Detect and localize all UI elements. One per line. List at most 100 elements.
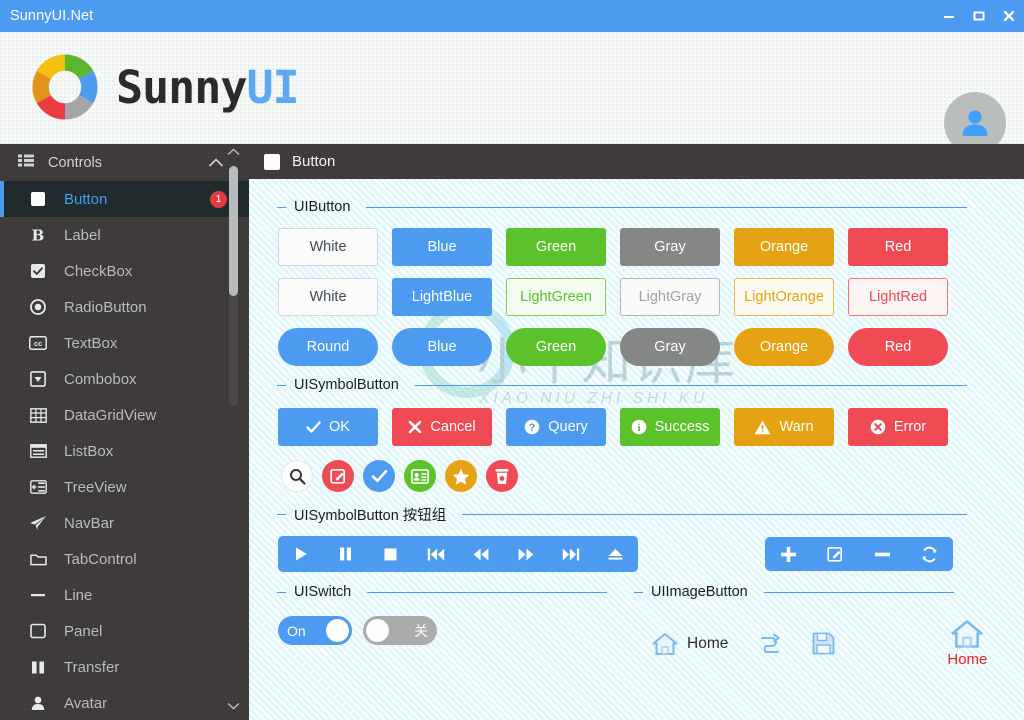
button-orange[interactable]: Orange xyxy=(734,228,834,266)
minus-button[interactable] xyxy=(859,537,906,571)
button-lightred[interactable]: LightRed xyxy=(848,278,948,316)
sidebar-item-navbar[interactable]: NavBar xyxy=(0,505,249,541)
sidebar-header[interactable]: Controls xyxy=(0,144,249,181)
sidebar-item-line[interactable]: Line xyxy=(0,577,249,613)
warn-button[interactable]: Warn xyxy=(734,408,834,446)
button-round-gray[interactable]: Gray xyxy=(620,328,720,366)
scrollbar-thumb[interactable] xyxy=(229,166,238,296)
radio-icon xyxy=(28,299,48,315)
button-green[interactable]: Green xyxy=(506,228,606,266)
button-red[interactable]: Red xyxy=(848,228,948,266)
sidebar-item-label[interactable]: B Label xyxy=(0,217,249,253)
swap-icon xyxy=(761,633,780,653)
window-controls xyxy=(934,0,1024,32)
button-round[interactable]: Round xyxy=(278,328,378,366)
button-round-red[interactable]: Red xyxy=(848,328,948,366)
stop-button[interactable] xyxy=(368,536,413,572)
sidebar-item-label-text: RadioButton xyxy=(64,298,147,316)
button-lightorange[interactable]: LightOrange xyxy=(734,278,834,316)
button-gray[interactable]: Gray xyxy=(620,228,720,266)
minimize-button[interactable] xyxy=(934,0,964,32)
textbox-cc-icon: cc xyxy=(28,336,48,350)
group-rule xyxy=(414,384,967,386)
step-backward-button[interactable] xyxy=(413,536,458,572)
plus-button[interactable] xyxy=(765,537,812,571)
button-white[interactable]: White xyxy=(278,228,378,266)
maximize-button[interactable] xyxy=(964,0,994,32)
button-lightblue[interactable]: LightBlue xyxy=(392,278,492,316)
sidebar-item-tabcontrol[interactable]: TabControl xyxy=(0,541,249,577)
pause-button[interactable] xyxy=(323,536,368,572)
sidebar-item-checkbox[interactable]: CheckBox xyxy=(0,253,249,289)
close-button[interactable] xyxy=(994,0,1024,32)
play-button[interactable] xyxy=(278,536,323,572)
trash-icon xyxy=(495,468,509,484)
fast-forward-icon xyxy=(518,548,533,560)
button-round-orange[interactable]: Orange xyxy=(734,328,834,366)
switch-on[interactable]: On xyxy=(278,616,352,645)
svg-text:i: i xyxy=(637,422,640,434)
star-circle-button[interactable] xyxy=(445,460,477,492)
home-image-button-label: Home xyxy=(687,634,729,652)
cancel-button[interactable]: Cancel xyxy=(392,408,492,446)
button-blue[interactable]: Blue xyxy=(392,228,492,266)
sidebar-item-treeview[interactable]: TreeView xyxy=(0,469,249,505)
save-icon xyxy=(812,632,835,655)
panel-icon xyxy=(28,623,48,639)
button-light-white[interactable]: White xyxy=(278,278,378,316)
button-round-blue[interactable]: Blue xyxy=(392,328,492,366)
bold-b-icon: B xyxy=(28,227,48,243)
sidebar-item-radiobutton[interactable]: RadioButton xyxy=(0,289,249,325)
sidebar-item-panel[interactable]: Panel xyxy=(0,613,249,649)
swap-image-button[interactable] xyxy=(758,632,782,656)
caret-up-icon[interactable] xyxy=(225,148,241,156)
sidebar-item-listbox[interactable]: ListBox xyxy=(0,433,249,469)
sidebar-item-transfer[interactable]: Transfer xyxy=(0,649,249,685)
step-forward-icon xyxy=(562,548,579,560)
home-vertical-image-button[interactable]: Home xyxy=(947,619,987,668)
trash-circle-button[interactable] xyxy=(486,460,518,492)
group-title-uiimagebutton: UIImageButton xyxy=(634,584,954,600)
sidebar-item-avatar[interactable]: Avatar xyxy=(0,685,249,720)
caret-down-icon[interactable] xyxy=(225,702,241,710)
home-icon xyxy=(951,620,983,648)
combobox-icon xyxy=(28,371,48,387)
chevron-up-icon[interactable] xyxy=(209,158,223,167)
home-image-button[interactable]: Home xyxy=(652,632,728,656)
line-icon xyxy=(28,587,48,603)
fast-forward-button[interactable] xyxy=(503,536,548,572)
button-lightgreen[interactable]: LightGreen xyxy=(506,278,606,316)
refresh-button[interactable] xyxy=(906,537,953,571)
id-card-circle-button[interactable] xyxy=(404,460,436,492)
save-image-button[interactable] xyxy=(812,632,835,655)
step-forward-button[interactable] xyxy=(548,536,593,572)
edit-circle-button[interactable] xyxy=(322,460,354,492)
eject-button[interactable] xyxy=(593,536,638,572)
fast-backward-button[interactable] xyxy=(458,536,503,572)
ok-button[interactable]: OK xyxy=(278,408,378,446)
check-circle-button[interactable] xyxy=(363,460,395,492)
sidebar-item-datagridview[interactable]: DataGridView xyxy=(0,397,249,433)
switch-row: On 关 xyxy=(278,616,437,645)
switch-off[interactable]: 关 xyxy=(363,616,437,645)
title-bar: SunnyUI.Net xyxy=(0,0,1024,32)
sunny-donut-logo-icon xyxy=(28,50,102,124)
search-circle-button[interactable] xyxy=(281,460,313,492)
error-button-label: Error xyxy=(893,419,927,435)
star-icon xyxy=(452,468,470,485)
edit-button[interactable] xyxy=(812,537,859,571)
error-button[interactable]: Error xyxy=(848,408,948,446)
sidebar-item-combobox[interactable]: Combobox xyxy=(0,361,249,397)
query-button[interactable]: ? Query xyxy=(506,408,606,446)
button-row-solid: White Blue Green Gray Orange Red xyxy=(278,228,948,266)
sidebar-scrollbar[interactable] xyxy=(225,148,241,710)
button-lightgray[interactable]: LightGray xyxy=(620,278,720,316)
success-button[interactable]: i Success xyxy=(620,408,720,446)
switch-knob xyxy=(326,619,349,642)
sidebar-item-button[interactable]: Button 1 xyxy=(0,181,249,217)
eject-icon xyxy=(608,549,623,560)
sidebar-item-label-text: Avatar xyxy=(64,694,108,712)
sidebar-item-textbox[interactable]: cc TextBox xyxy=(0,325,249,361)
sidebar-item-label-text: Panel xyxy=(64,622,103,640)
button-round-green[interactable]: Green xyxy=(506,328,606,366)
